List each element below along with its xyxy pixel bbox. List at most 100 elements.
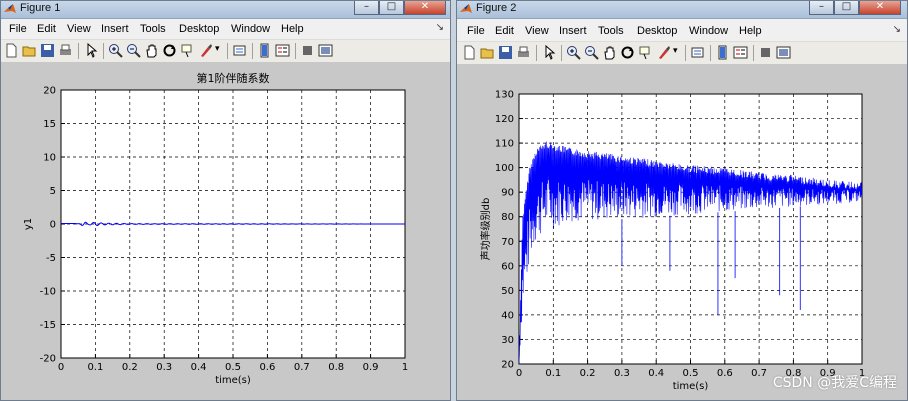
- save-icon[interactable]: [40, 43, 55, 58]
- open-folder-icon[interactable]: [480, 45, 495, 60]
- pan-icon[interactable]: [602, 45, 617, 60]
- y-tick-label: -10: [40, 287, 56, 298]
- new-file-icon[interactable]: [4, 43, 19, 58]
- figure-window-1: Figure 1 – □ ✕ File Edit View Insert Too…: [0, 0, 451, 401]
- y-axis-label: 声功率级别db: [479, 198, 492, 261]
- x-axis-label: time(s): [673, 381, 709, 392]
- y-tick-label: 110: [495, 139, 514, 150]
- menu-file[interactable]: File: [9, 23, 27, 35]
- colorbar-icon[interactable]: [257, 43, 272, 58]
- x-tick-label: 0.4: [648, 368, 664, 379]
- legend-icon[interactable]: [275, 43, 290, 58]
- data-cursor-icon[interactable]: [180, 43, 195, 58]
- x-tick-label: 0.2: [580, 368, 596, 379]
- y-tick-label: 50: [501, 286, 514, 297]
- y-tick-label: 130: [495, 90, 514, 101]
- minimize-button[interactable]: –: [809, 1, 834, 15]
- brush-icon[interactable]: [656, 45, 671, 60]
- x-tick-label: 0.6: [259, 362, 275, 373]
- menu-window[interactable]: Window: [689, 25, 728, 37]
- open-folder-icon[interactable]: [22, 43, 37, 58]
- hide-plot-tools-icon[interactable]: [758, 45, 773, 60]
- y-tick-label: 0: [50, 220, 56, 231]
- x-axis-label: time(s): [215, 375, 251, 386]
- menu-edit[interactable]: Edit: [495, 25, 514, 37]
- colorbar-icon[interactable]: [715, 45, 730, 60]
- link-icon[interactable]: [232, 43, 247, 58]
- close-button[interactable]: ✕: [404, 1, 446, 15]
- chart-adjoint-coefficient: 0 0.1 0.2 0.3 0.4 0.5 0.6 0.7 0.8 0.9 1 20 15 10 5 0 -5 -…: [23, 71, 408, 386]
- title-bar[interactable]: Figure 2 – □ ✕: [457, 1, 907, 19]
- x-tick-label: 0.8: [328, 362, 344, 373]
- zoom-in-icon[interactable]: [566, 45, 581, 60]
- x-tick-label: 0.3: [614, 368, 630, 379]
- figure-window-2: Figure 2 – □ ✕ File Edit View Insert Too…: [456, 0, 908, 401]
- menu-tools[interactable]: Tools: [140, 23, 166, 35]
- window-title: Figure 1: [20, 2, 61, 14]
- y-tick-label: 15: [43, 119, 56, 130]
- dropdown-arrow-icon[interactable]: ▾: [673, 46, 678, 56]
- close-button[interactable]: ✕: [859, 1, 901, 15]
- legend-icon[interactable]: [733, 45, 748, 60]
- pan-icon[interactable]: [144, 43, 159, 58]
- show-plot-tools-icon[interactable]: [318, 43, 333, 58]
- maximize-button[interactable]: □: [379, 1, 404, 15]
- pointer-icon[interactable]: [84, 43, 99, 58]
- new-file-icon[interactable]: [462, 45, 477, 60]
- dock-arrow-icon[interactable]: ↘: [436, 22, 444, 33]
- link-icon[interactable]: [690, 45, 705, 60]
- x-tick-label: 0.7: [294, 362, 310, 373]
- minimize-button[interactable]: –: [354, 1, 379, 15]
- rotate-icon[interactable]: [620, 45, 635, 60]
- maximize-button[interactable]: □: [834, 1, 859, 15]
- rotate-icon[interactable]: [162, 43, 177, 58]
- y-tick-label: 90: [501, 188, 514, 199]
- dock-arrow-icon[interactable]: ↘: [893, 24, 901, 35]
- print-icon[interactable]: [516, 45, 531, 60]
- y-tick-label: 20: [501, 360, 514, 371]
- zoom-out-icon[interactable]: [126, 43, 141, 58]
- figure-canvas: 0 0.1 0.2 0.3 0.4 0.5 0.6 0.7 0.8 0.9 1 20 15 10 5 0 -5 -…: [1, 62, 450, 400]
- title-bar[interactable]: Figure 1 – □ ✕: [1, 1, 450, 19]
- y-tick-label: 30: [501, 335, 514, 346]
- y-tick-label: 5: [50, 186, 56, 197]
- y-tick-label: 40: [501, 310, 514, 321]
- menu-insert[interactable]: Insert: [559, 25, 587, 37]
- chart-sound-power-level: 0 0.1 0.2 0.3 0.4 0.5 0.6 0.7 0.8 0.9 113012011010…: [479, 90, 865, 393]
- dropdown-arrow-icon[interactable]: ▾: [215, 44, 220, 54]
- menu-view[interactable]: View: [525, 25, 549, 37]
- watermark: CSDN @我爱C编程: [772, 375, 897, 391]
- hide-plot-tools-icon[interactable]: [300, 43, 315, 58]
- data-cursor-icon[interactable]: [638, 45, 653, 60]
- menu-desktop[interactable]: Desktop: [179, 23, 219, 35]
- zoom-out-icon[interactable]: [584, 45, 599, 60]
- show-plot-tools-icon[interactable]: [776, 45, 791, 60]
- menu-desktop[interactable]: Desktop: [637, 25, 677, 37]
- print-icon[interactable]: [58, 43, 73, 58]
- x-tick-label: 0.7: [751, 368, 767, 379]
- figure-toolbar: ▾: [457, 42, 907, 65]
- x-tick-label: 0.6: [717, 368, 733, 379]
- chart-title: 第1阶伴随系数: [197, 71, 270, 85]
- figure-canvas: 0 0.1 0.2 0.3 0.4 0.5 0.6 0.7 0.8 0.9 1 130 120 110 10…: [457, 64, 907, 400]
- menu-insert[interactable]: Insert: [101, 23, 129, 35]
- menu-view[interactable]: View: [67, 23, 91, 35]
- y-tick-label: 60: [501, 261, 514, 272]
- pointer-icon[interactable]: [542, 45, 557, 60]
- menu-window[interactable]: Window: [231, 23, 270, 35]
- y-tick-label: 100: [495, 163, 514, 174]
- brush-icon[interactable]: [198, 43, 213, 58]
- zoom-in-icon[interactable]: [108, 43, 123, 58]
- save-icon[interactable]: [498, 45, 513, 60]
- menu-tools[interactable]: Tools: [598, 25, 624, 37]
- menu-help[interactable]: Help: [281, 23, 304, 35]
- menu-help[interactable]: Help: [739, 25, 762, 37]
- y-tick-label: 120: [495, 114, 514, 125]
- x-tick-label: 0: [58, 362, 64, 373]
- x-tick-label: 0.2: [122, 362, 138, 373]
- x-tick-label: 0.3: [156, 362, 172, 373]
- menu-edit[interactable]: Edit: [37, 23, 56, 35]
- x-tick-label: 0.5: [225, 362, 241, 373]
- menu-file[interactable]: File: [467, 25, 485, 37]
- x-tick-label: 0.1: [87, 362, 103, 373]
